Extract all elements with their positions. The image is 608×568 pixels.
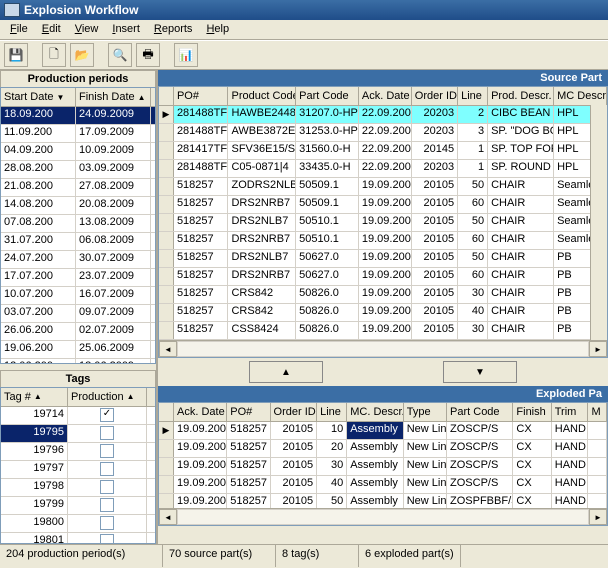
status-exploded: 6 exploded part(s) bbox=[359, 545, 461, 567]
col-header[interactable]: Type bbox=[404, 403, 447, 421]
menu-edit[interactable]: Edit bbox=[36, 20, 67, 39]
table-row[interactable]: 11.09.20017.09.2009 bbox=[1, 125, 155, 143]
table-row[interactable]: 14.08.20020.08.2009 bbox=[1, 197, 155, 215]
table-row[interactable]: 19714✓ bbox=[1, 407, 155, 425]
menu-insert[interactable]: Insert bbox=[106, 20, 146, 39]
table-row[interactable]: 12.06.20018.06.2009 bbox=[1, 359, 155, 364]
menu-bar: File Edit View Insert Reports Help bbox=[0, 20, 608, 40]
source-vscroll[interactable] bbox=[590, 105, 607, 341]
table-row[interactable]: 518257CRS84250826.019.09.2002010530CHAIR… bbox=[159, 286, 607, 304]
tags-grid[interactable]: Tag #▲ Production▲ 19714✓197951979619797… bbox=[0, 387, 156, 544]
table-row[interactable]: 19795 bbox=[1, 425, 155, 443]
col-header[interactable]: Order ID bbox=[412, 87, 458, 105]
tags-title: Tags bbox=[0, 370, 156, 387]
print-button[interactable]: 🖶 bbox=[136, 43, 160, 67]
col-header[interactable]: Part Code bbox=[447, 403, 513, 421]
menu-help[interactable]: Help bbox=[200, 20, 235, 39]
nav-buttons: ▲ ▼ bbox=[158, 358, 608, 386]
data-button[interactable]: 📊 bbox=[174, 43, 198, 67]
status-tags: 8 tag(s) bbox=[276, 545, 359, 567]
nav-up[interactable]: ▲ bbox=[249, 361, 323, 383]
open-button[interactable]: 📂 bbox=[70, 43, 94, 67]
col-header[interactable]: Finish bbox=[513, 403, 551, 421]
table-row[interactable]: 31.07.20006.08.2009 bbox=[1, 233, 155, 251]
menu-file[interactable]: File bbox=[4, 20, 34, 39]
table-row[interactable]: 19796 bbox=[1, 443, 155, 461]
col-tag[interactable]: Tag # bbox=[4, 391, 31, 403]
table-row[interactable]: 19.09.2005182572010520AssemblyNew LinZOS… bbox=[159, 440, 607, 458]
table-row[interactable]: 518257DRS2NLB750627.019.09.2002010550CHA… bbox=[159, 250, 607, 268]
table-row[interactable]: 518257DRS2NRB750509.119.09.2002010560CHA… bbox=[159, 196, 607, 214]
table-row[interactable]: 04.09.20010.09.2009 bbox=[1, 143, 155, 161]
col-header[interactable]: Part Code bbox=[296, 87, 359, 105]
table-row[interactable]: 518257DRS2NRB750627.019.09.2002010560CHA… bbox=[159, 268, 607, 286]
app-icon bbox=[4, 3, 20, 17]
status-bar: 204 production period(s) 70 source part(… bbox=[0, 544, 608, 567]
table-row[interactable]: 518257CRS84250826.019.09.2002010540CHAIR… bbox=[159, 304, 607, 322]
table-row[interactable]: 17.07.20023.07.2009 bbox=[1, 269, 155, 287]
table-row[interactable]: 19.09.2005182572010540AssemblyNew LinZOS… bbox=[159, 476, 607, 494]
table-row[interactable]: 518257ZODRS2NLB50509.119.09.2002010550CH… bbox=[159, 178, 607, 196]
table-row[interactable]: 19.06.20025.06.2009 bbox=[1, 341, 155, 359]
periods-title: Production periods bbox=[0, 70, 156, 87]
table-row[interactable]: 281488TFAWBE3872E31253.0-HP22.09.2002020… bbox=[159, 124, 607, 142]
new-button[interactable]: 🗋 bbox=[42, 43, 66, 67]
col-header[interactable]: Trim bbox=[552, 403, 589, 421]
toolbar: 💾 🗋 📂 🔍 🖶 📊 bbox=[0, 41, 608, 70]
table-row[interactable]: 18.09.20024.09.2009 bbox=[1, 107, 155, 125]
periods-grid[interactable]: Start Date▼ Finish Date▲ 18.09.20024.09.… bbox=[0, 87, 156, 364]
status-source: 70 source part(s) bbox=[163, 545, 276, 567]
table-row[interactable]: 03.07.20009.07.2009 bbox=[1, 305, 155, 323]
window-title: Explosion Workflow bbox=[24, 0, 138, 20]
table-row[interactable]: 19800 bbox=[1, 515, 155, 533]
col-header[interactable]: MC Descr. bbox=[554, 87, 607, 105]
col-header[interactable]: PO# bbox=[174, 87, 229, 105]
col-prod[interactable]: Production bbox=[71, 391, 124, 403]
table-row[interactable]: 28.08.20003.09.2009 bbox=[1, 161, 155, 179]
col-header[interactable]: Order ID bbox=[271, 403, 318, 421]
table-row[interactable]: 518257CSS842450826.019.09.2002010530CHAI… bbox=[159, 322, 607, 340]
table-row[interactable]: 26.06.20002.07.2009 bbox=[1, 323, 155, 341]
col-start[interactable]: Start Date bbox=[4, 91, 54, 103]
table-row[interactable]: 281488TFHAWBE2448E31207.0-HPL22.09.20020… bbox=[159, 106, 607, 124]
nav-down[interactable]: ▼ bbox=[443, 361, 517, 383]
table-row[interactable]: 19797 bbox=[1, 461, 155, 479]
status-periods: 204 production period(s) bbox=[0, 545, 163, 567]
col-header[interactable]: M bbox=[588, 403, 607, 421]
col-header[interactable]: MC. Descr. bbox=[347, 403, 404, 421]
title-bar: Explosion Workflow bbox=[0, 0, 608, 20]
table-row[interactable]: 19.09.2005182572010530AssemblyNew LinZOS… bbox=[159, 458, 607, 476]
col-header[interactable]: Prod. Descr. bbox=[488, 87, 554, 105]
exploded-hscroll[interactable]: ◄► bbox=[159, 508, 607, 525]
exploded-title: Exploded Pa bbox=[158, 386, 608, 402]
menu-reports[interactable]: Reports bbox=[148, 20, 199, 39]
save-button[interactable]: 💾 bbox=[4, 43, 28, 67]
source-grid[interactable]: PO#Product CodePart CodeAck. DateOrder I… bbox=[158, 86, 608, 358]
table-row[interactable]: 07.08.20013.08.2009 bbox=[1, 215, 155, 233]
table-row[interactable]: 281417TFSFV36E15/S31560.0-H22.09.2002014… bbox=[159, 142, 607, 160]
menu-view[interactable]: View bbox=[69, 20, 105, 39]
col-header[interactable]: Line bbox=[317, 403, 347, 421]
table-row[interactable]: 19799 bbox=[1, 497, 155, 515]
preview-button[interactable]: 🔍 bbox=[108, 43, 132, 67]
col-header[interactable]: Product Code bbox=[228, 87, 296, 105]
table-row[interactable]: 518257DRS2NLB750510.119.09.2002010550CHA… bbox=[159, 214, 607, 232]
source-hscroll[interactable]: ◄► bbox=[159, 340, 607, 357]
table-row[interactable]: 19798 bbox=[1, 479, 155, 497]
source-title: Source Part bbox=[158, 70, 608, 86]
col-finish[interactable]: Finish Date bbox=[79, 91, 135, 103]
table-row[interactable]: 24.07.20030.07.2009 bbox=[1, 251, 155, 269]
col-header[interactable]: Ack. Date bbox=[359, 87, 412, 105]
col-header[interactable]: Ack. Date bbox=[174, 403, 227, 421]
table-row[interactable]: 19801 bbox=[1, 533, 155, 544]
col-header[interactable]: Line bbox=[458, 87, 488, 105]
table-row[interactable]: 281488TFC05-0871|433435.0-H22.09.2002020… bbox=[159, 160, 607, 178]
exploded-grid[interactable]: Ack. DatePO#Order IDLineMC. Descr.TypePa… bbox=[158, 402, 608, 526]
table-row[interactable]: 518257DRS2NRB750510.119.09.2002010560CHA… bbox=[159, 232, 607, 250]
table-row[interactable]: 21.08.20027.08.2009 bbox=[1, 179, 155, 197]
table-row[interactable]: 10.07.20016.07.2009 bbox=[1, 287, 155, 305]
col-header[interactable]: PO# bbox=[227, 403, 270, 421]
table-row[interactable]: 19.09.2005182572010510AssemblyNew LinZOS… bbox=[159, 422, 607, 440]
